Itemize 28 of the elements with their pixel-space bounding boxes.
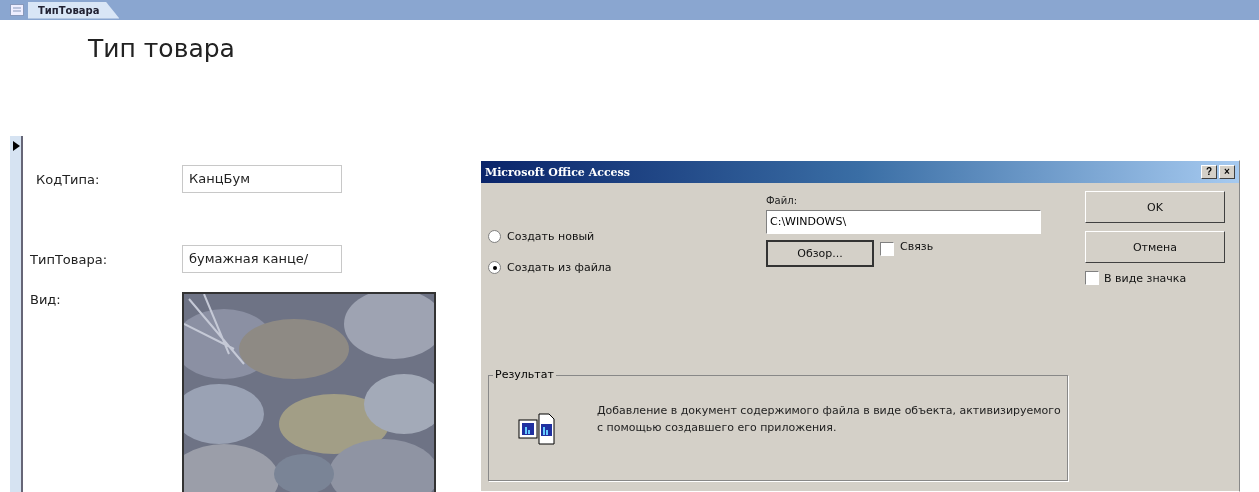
option-label: Создать новый [507, 230, 595, 243]
browse-button[interactable]: Обзор... [766, 240, 874, 267]
input-field[interactable]: бумажная канце/ [182, 245, 342, 273]
form-icon [10, 4, 24, 16]
checkbox[interactable] [1085, 271, 1099, 285]
field-label: Вид: [30, 292, 62, 307]
checkbox[interactable] [880, 242, 894, 256]
ok-button[interactable]: OK [1085, 191, 1225, 223]
field-label: КодТипа: [35, 171, 101, 187]
radio-button[interactable] [488, 230, 501, 243]
option-label: Создать из файла [507, 261, 612, 274]
checkbox-label: В виде значка [1104, 271, 1187, 285]
help-button[interactable]: ? [1201, 165, 1217, 179]
file-label: Файл: [766, 195, 798, 206]
field-label: ТипТовара: [30, 251, 108, 267]
result-description: Добавление в документ содержимого файла в виде объекта, активизируемого с помощью создавшего его приложения. [597, 403, 1062, 436]
close-button[interactable]: × [1219, 165, 1235, 179]
cancel-button[interactable]: Отмена [1085, 231, 1225, 263]
group-label: Результат [493, 368, 556, 381]
current-record-icon [13, 141, 20, 151]
radio-button[interactable] [488, 261, 501, 274]
document-tab[interactable]: ТипТовара [28, 1, 120, 19]
checkbox-label: Связь [900, 240, 934, 253]
form-title: Тип товара [88, 34, 235, 63]
record-selector[interactable] [10, 136, 23, 492]
file-path-field[interactable]: C:\WINDOWS\ [766, 210, 1041, 234]
dialog-title: Microsoft Office Access [485, 165, 630, 179]
input-field[interactable]: КанцБум [182, 165, 342, 193]
